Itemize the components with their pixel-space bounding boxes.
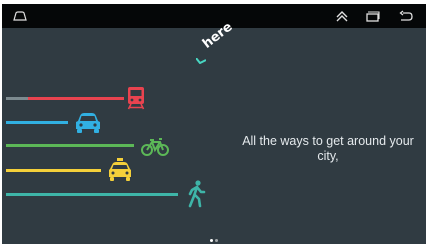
bicycle-icon: [141, 138, 169, 156]
car-lane: [6, 121, 68, 124]
here-logo: here: [196, 19, 236, 68]
car-icon: [76, 113, 100, 133]
page-dot[interactable]: [215, 239, 218, 242]
taxi-lane: [6, 169, 101, 172]
walk-lane: [6, 193, 178, 196]
tagline: All the ways to get around your city,: [242, 134, 414, 163]
back-icon[interactable]: [398, 8, 414, 24]
taxi-icon: [109, 158, 131, 181]
page-dot-active[interactable]: [210, 239, 213, 242]
recent-apps-icon[interactable]: [364, 8, 380, 24]
train-lane: [6, 97, 124, 100]
train-icon: [127, 87, 145, 110]
bicycle-lane: [6, 144, 134, 147]
logo-tick-icon: [196, 58, 206, 64]
double-chevron-up-icon[interactable]: [334, 8, 350, 24]
rounded-rect-icon[interactable]: [12, 8, 28, 24]
walking-icon: [188, 180, 206, 208]
app-screen: here All the ways to get around your cit…: [2, 4, 426, 244]
status-bar: [2, 4, 426, 28]
